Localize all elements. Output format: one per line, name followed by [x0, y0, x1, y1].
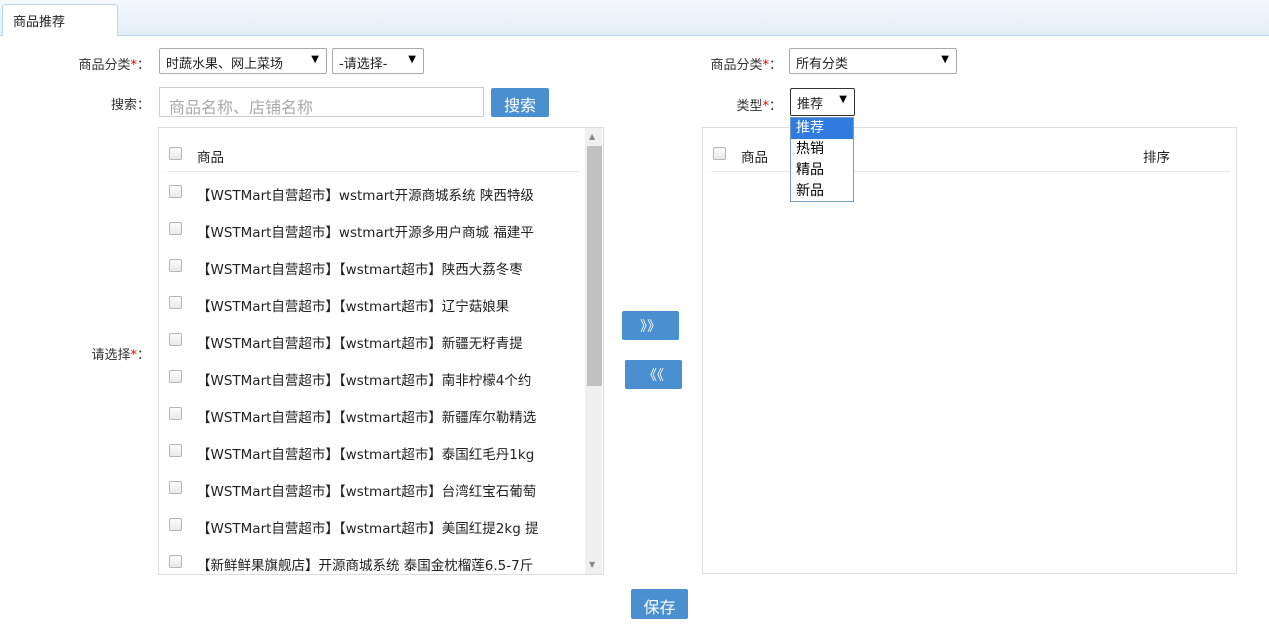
- goods-list-item[interactable]: 【新鲜鲜果旗舰店】开源商城系统 泰国金枕榴莲6.5-7斤: [167, 544, 579, 580]
- right-category-select-value: 所有分类: [796, 57, 849, 72]
- goods-list-item[interactable]: 【WSTMart自营超市】【wstmart超市】新疆库尔勒精选: [167, 396, 579, 432]
- colon: ：: [768, 58, 782, 73]
- choose-label-text: 请选择: [91, 348, 131, 363]
- list-header-label: 商品: [197, 150, 224, 166]
- col-goods-label: 商品: [741, 150, 768, 166]
- goods-item-checkbox[interactable]: [169, 296, 182, 309]
- col-sort-label: 排序: [1143, 150, 1170, 166]
- goods-list-item[interactable]: 【WSTMart自营超市】wstmart开源多用户商城 福建平: [167, 211, 579, 247]
- goods-item-checkbox[interactable]: [169, 481, 182, 494]
- choose-label: 请选择*：: [60, 344, 150, 363]
- goods-item-label: 【WSTMart自营超市】【wstmart超市】新疆无籽青提: [197, 336, 523, 352]
- tab-bar: 商品推荐: [0, 0, 1269, 36]
- list-header: 商品: [167, 136, 579, 172]
- category-select-1-value: 时蔬水果、网上菜场: [166, 57, 284, 72]
- target-list-header: 商品 排序: [711, 136, 1230, 172]
- select-all-checkbox[interactable]: [169, 147, 182, 160]
- target-select-all-checkbox[interactable]: [713, 147, 726, 160]
- goods-item-checkbox[interactable]: [169, 185, 182, 198]
- category-select-1[interactable]: 时蔬水果、网上菜场 ▼: [159, 48, 327, 74]
- colon: ：: [768, 99, 782, 114]
- scroll-up-icon[interactable]: ▲: [589, 132, 595, 141]
- goods-item-label: 【WSTMart自营超市】【wstmart超市】辽宁菇娘果: [197, 299, 510, 315]
- goods-list-item[interactable]: 【WSTMart自营超市】【wstmart超市】南非柠檬4个约: [167, 359, 579, 395]
- type-select[interactable]: 推荐 ▼: [790, 88, 855, 116]
- category-select-2[interactable]: -请选择- ▼: [332, 48, 424, 74]
- search-input[interactable]: 商品名称、店铺名称: [159, 87, 484, 117]
- list-scrollbar[interactable]: ▲ ▼: [585, 128, 602, 574]
- goods-item-checkbox[interactable]: [169, 333, 182, 346]
- type-label-text: 类型: [736, 99, 763, 114]
- type-select-value: 推荐: [797, 97, 824, 112]
- move-right-button[interactable]: 》》: [622, 311, 679, 340]
- scroll-down-icon[interactable]: ▼: [589, 560, 595, 569]
- goods-item-label: 【WSTMart自营超市】【wstmart超市】新疆库尔勒精选: [197, 410, 537, 426]
- goods-item-label: 【WSTMart自营超市】【wstmart超市】美国红提2kg 提: [197, 521, 539, 537]
- search-button[interactable]: 搜索: [491, 88, 549, 117]
- goods-item-checkbox[interactable]: [169, 407, 182, 420]
- category-label: 商品分类*：: [60, 54, 150, 73]
- save-button[interactable]: 保存: [631, 589, 688, 619]
- tab-goods-recommend[interactable]: 商品推荐: [2, 4, 118, 36]
- right-category-label: 商品分类*：: [690, 54, 782, 73]
- dropdown-arrow-icon: ▼: [311, 54, 319, 65]
- target-goods-list[interactable]: 商品 排序: [702, 127, 1237, 574]
- right-category-label-text: 商品分类: [710, 58, 763, 73]
- goods-item-label: 【WSTMart自营超市】wstmart开源多用户商城 福建平: [197, 225, 534, 241]
- goods-item-checkbox[interactable]: [169, 259, 182, 272]
- goods-item-label: 【新鲜鲜果旗舰店】开源商城系统 泰国金枕榴莲6.5-7斤: [197, 558, 534, 574]
- goods-item-checkbox[interactable]: [169, 370, 182, 383]
- search-label: 搜索：: [110, 98, 150, 113]
- goods-list-item[interactable]: 【WSTMart自营超市】【wstmart超市】泰国红毛丹1kg: [167, 433, 579, 469]
- goods-list-item[interactable]: 【WSTMart自营超市】【wstmart超市】陕西大荔冬枣: [167, 248, 579, 284]
- goods-item-checkbox[interactable]: [169, 518, 182, 531]
- type-dropdown-list[interactable]: 推荐 热销 精品 新品: [790, 117, 854, 202]
- colon: ：: [136, 58, 150, 73]
- type-option-new[interactable]: 新品: [791, 181, 853, 202]
- type-option-quality[interactable]: 精品: [791, 160, 853, 181]
- move-left-button[interactable]: 《《: [625, 360, 682, 389]
- goods-list-item[interactable]: 【WSTMart自营超市】【wstmart超市】新疆无籽青提: [167, 322, 579, 358]
- type-option-hot[interactable]: 热销: [791, 139, 853, 160]
- colon: ：: [136, 348, 150, 363]
- dropdown-arrow-icon: ▼: [941, 54, 949, 65]
- scrollbar-thumb[interactable]: [587, 146, 602, 386]
- goods-list-item[interactable]: 【WSTMart自营超市】【wstmart超市】美国红提2kg 提: [167, 507, 579, 543]
- right-category-select[interactable]: 所有分类 ▼: [789, 48, 957, 74]
- category-select-2-value: -请选择-: [339, 57, 388, 72]
- goods-item-checkbox[interactable]: [169, 444, 182, 457]
- goods-item-label: 【WSTMart自营超市】【wstmart超市】陕西大荔冬枣: [197, 262, 523, 278]
- category-label-text: 商品分类: [78, 58, 131, 73]
- goods-list-item[interactable]: 【WSTMart自营超市】【wstmart超市】台湾红宝石葡萄: [167, 470, 579, 506]
- goods-list-item[interactable]: 【WSTMart自营超市】【wstmart超市】辽宁菇娘果: [167, 285, 579, 321]
- type-option-recommend[interactable]: 推荐: [791, 118, 853, 139]
- goods-item-label: 【WSTMart自营超市】【wstmart超市】南非柠檬4个约: [197, 373, 532, 389]
- goods-item-checkbox[interactable]: [169, 555, 182, 568]
- goods-item-label: 【WSTMart自营超市】【wstmart超市】泰国红毛丹1kg: [197, 447, 535, 463]
- source-goods-list[interactable]: 商品 【WSTMart自营超市】wstmart开源商城系统 陕西特级 【WSTMa…: [158, 127, 604, 575]
- type-label: 类型*：: [690, 95, 782, 114]
- goods-item-checkbox[interactable]: [169, 222, 182, 235]
- dropdown-arrow-icon: ▼: [839, 94, 847, 105]
- dropdown-arrow-icon: ▼: [408, 54, 416, 65]
- goods-list-item[interactable]: 【WSTMart自营超市】wstmart开源商城系统 陕西特级: [167, 174, 579, 210]
- goods-item-label: 【WSTMart自营超市】【wstmart超市】台湾红宝石葡萄: [197, 484, 537, 500]
- goods-item-label: 【WSTMart自营超市】wstmart开源商城系统 陕西特级: [197, 188, 534, 204]
